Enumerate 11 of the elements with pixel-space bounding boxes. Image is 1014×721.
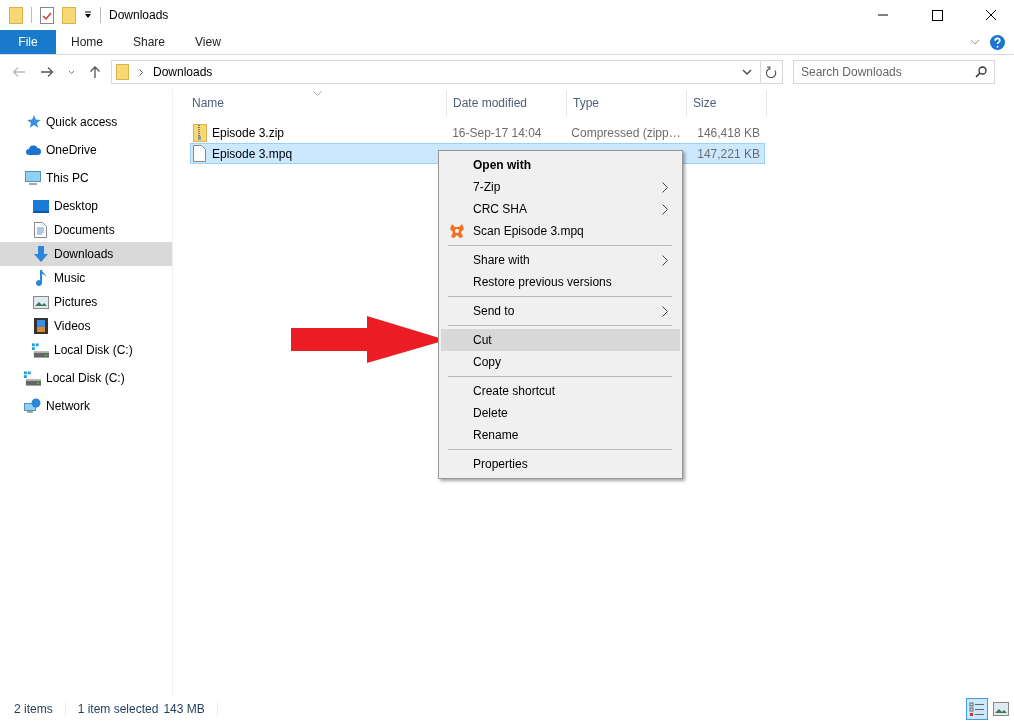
file-name: Episode 3.zip [212,125,285,140]
selection-info: 1 item selected [77,702,159,716]
selection-size: 143 MB [163,702,205,716]
address-path: Downloads [153,65,213,79]
size-cell: 147,221 KB [697,146,760,161]
file-name: Episode 3.mpq [212,146,293,161]
type-cell: Compressed (zipp… [571,125,681,140]
window-title: Downloads [109,8,169,22]
date-cell: 16-Sep-17 14:04 [452,125,542,140]
item-count: 2 items [14,702,53,716]
size-cell: 146,418 KB [697,125,760,140]
